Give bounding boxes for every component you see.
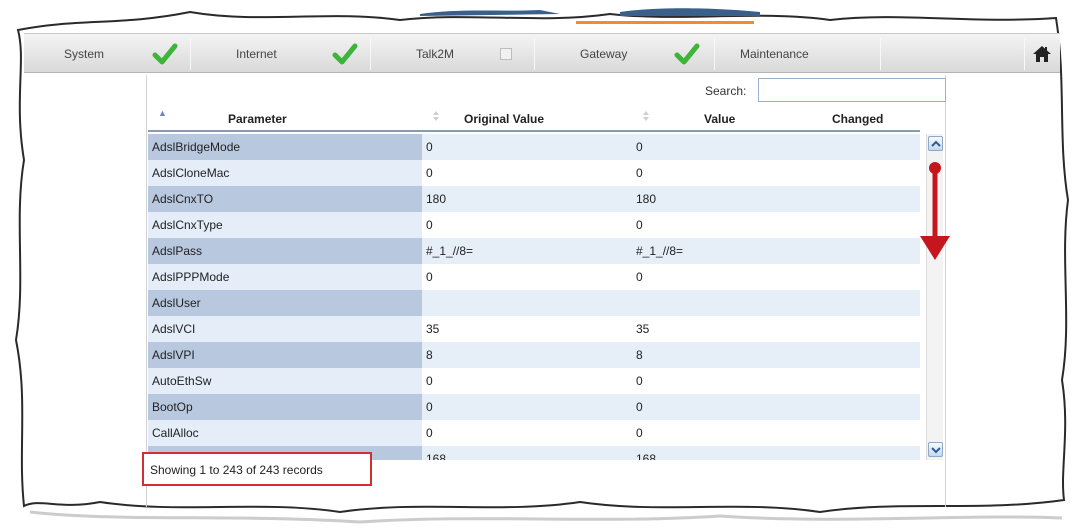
column-header-parameter[interactable]: Parameter xyxy=(228,112,287,126)
cell-original-value: 0 xyxy=(422,264,632,290)
cell-changed xyxy=(822,368,920,394)
cell-changed xyxy=(822,342,920,368)
cell-value: 168 xyxy=(632,446,822,460)
table-body: AdslBridgeMode 0 0 AdslCloneMac 0 0 Adsl… xyxy=(148,134,920,460)
nav-item-talk2m[interactable]: Talk2M xyxy=(416,34,454,74)
search-label: Search: xyxy=(705,84,747,98)
column-header-original-value[interactable]: Original Value xyxy=(464,112,544,126)
cell-value: 0 xyxy=(632,368,822,394)
cell-original-value: 0 xyxy=(422,394,632,420)
table-row[interactable]: AdslCnxType 0 0 xyxy=(148,212,920,238)
cell-changed xyxy=(822,446,920,460)
cell-changed xyxy=(822,186,920,212)
cell-value: 0 xyxy=(632,212,822,238)
cell-original-value: 0 xyxy=(422,212,632,238)
nav-label: Gateway xyxy=(580,47,628,61)
cell-parameter: AdslCnxTO xyxy=(148,186,422,212)
cell-original-value xyxy=(422,290,632,316)
nav-item-maintenance[interactable]: Maintenance xyxy=(740,34,809,74)
nav-label: Talk2M xyxy=(416,47,455,61)
table-row[interactable]: AdslUser xyxy=(148,290,920,316)
cell-parameter: AdslPPPMode xyxy=(148,264,422,290)
cell-value: 180 xyxy=(632,186,822,212)
cell-value: 0 xyxy=(632,264,822,290)
cell-value: 0 xyxy=(632,160,822,186)
cell-value: 0 xyxy=(632,134,822,160)
nav-label: Maintenance xyxy=(740,47,809,61)
checkbox-icon xyxy=(500,48,512,60)
cell-value xyxy=(632,290,822,316)
cell-value: 0 xyxy=(632,420,822,446)
table-row[interactable]: AdslCnxTO 180 180 xyxy=(148,186,920,212)
table-row[interactable]: AdslBridgeMode 0 0 xyxy=(148,134,920,160)
cell-changed xyxy=(822,264,920,290)
scroll-down-button[interactable] xyxy=(928,442,943,457)
main-navbar: System Internet Talk2M Gateway Maintenan… xyxy=(24,33,1060,73)
nav-label: System xyxy=(64,47,105,61)
nav-label: Internet xyxy=(236,47,277,61)
cell-changed xyxy=(822,160,920,186)
chevron-up-icon xyxy=(931,140,941,147)
table-row[interactable]: AdslPass #_1_//8= #_1_//8= xyxy=(148,238,920,264)
checkmark-icon xyxy=(674,43,700,65)
cell-original-value: 8 xyxy=(422,342,632,368)
table-header: ▲ Parameter Original Value Value Changed xyxy=(148,106,920,132)
cell-parameter: AdslCloneMac xyxy=(148,160,422,186)
cell-changed xyxy=(822,212,920,238)
cell-parameter: AdslVCI xyxy=(148,316,422,342)
table-row[interactable]: AutoEthSw 0 0 xyxy=(148,368,920,394)
nav-item-internet[interactable]: Internet xyxy=(236,34,277,74)
sort-ascending-icon[interactable]: ▲ xyxy=(158,108,167,120)
cell-changed xyxy=(822,420,920,446)
cell-parameter: CallAlloc xyxy=(148,420,422,446)
cell-parameter: AutoEthSw xyxy=(148,368,422,394)
cell-value: 35 xyxy=(632,316,822,342)
cell-changed xyxy=(822,134,920,160)
records-info-highlight: Showing 1 to 243 of 243 records xyxy=(142,452,372,486)
column-header-value[interactable]: Value xyxy=(704,112,735,126)
cell-original-value: 0 xyxy=(422,160,632,186)
cell-original-value: 35 xyxy=(422,316,632,342)
cell-value: #_1_//8= xyxy=(632,238,822,264)
checkmark-icon xyxy=(152,43,178,65)
search-input[interactable] xyxy=(758,78,946,102)
cell-original-value: 0 xyxy=(422,420,632,446)
cell-original-value: #_1_//8= xyxy=(422,238,632,264)
active-tab-accent xyxy=(576,21,754,24)
scroll-up-button[interactable] xyxy=(928,136,943,151)
cell-parameter: AdslPass xyxy=(148,238,422,264)
cell-changed xyxy=(822,394,920,420)
sort-both-icon[interactable] xyxy=(642,110,650,122)
table-row[interactable]: AdslPPPMode 0 0 xyxy=(148,264,920,290)
nav-item-gateway[interactable]: Gateway xyxy=(580,34,627,74)
cell-changed xyxy=(822,290,920,316)
column-header-changed[interactable]: Changed xyxy=(832,112,883,126)
cell-parameter: AdslUser xyxy=(148,290,422,316)
cell-changed xyxy=(822,238,920,264)
chevron-down-icon xyxy=(931,447,941,454)
records-info: Showing 1 to 243 of 243 records xyxy=(150,463,323,477)
cell-original-value: 168 xyxy=(422,446,632,460)
cell-parameter: AdslCnxType xyxy=(148,212,422,238)
cell-parameter: AdslBridgeMode xyxy=(148,134,422,160)
cell-original-value: 180 xyxy=(422,186,632,212)
table-row[interactable]: AdslVPI 8 8 xyxy=(148,342,920,368)
cell-changed xyxy=(822,316,920,342)
table-row[interactable]: BootOp 0 0 xyxy=(148,394,920,420)
cell-value: 8 xyxy=(632,342,822,368)
cell-original-value: 0 xyxy=(422,368,632,394)
sort-both-icon[interactable] xyxy=(432,110,440,122)
checkmark-icon xyxy=(332,43,358,65)
table-row[interactable]: AdslCloneMac 0 0 xyxy=(148,160,920,186)
annotation-arrow-icon xyxy=(920,162,950,260)
cell-parameter: AdslVPI xyxy=(148,342,422,368)
home-icon[interactable] xyxy=(1032,44,1052,64)
cell-value: 0 xyxy=(632,394,822,420)
nav-item-system[interactable]: System xyxy=(64,34,104,74)
table-row[interactable]: AdslVCI 35 35 xyxy=(148,316,920,342)
table-row[interactable]: CallAlloc 0 0 xyxy=(148,420,920,446)
cell-original-value: 0 xyxy=(422,134,632,160)
cell-parameter: BootOp xyxy=(148,394,422,420)
